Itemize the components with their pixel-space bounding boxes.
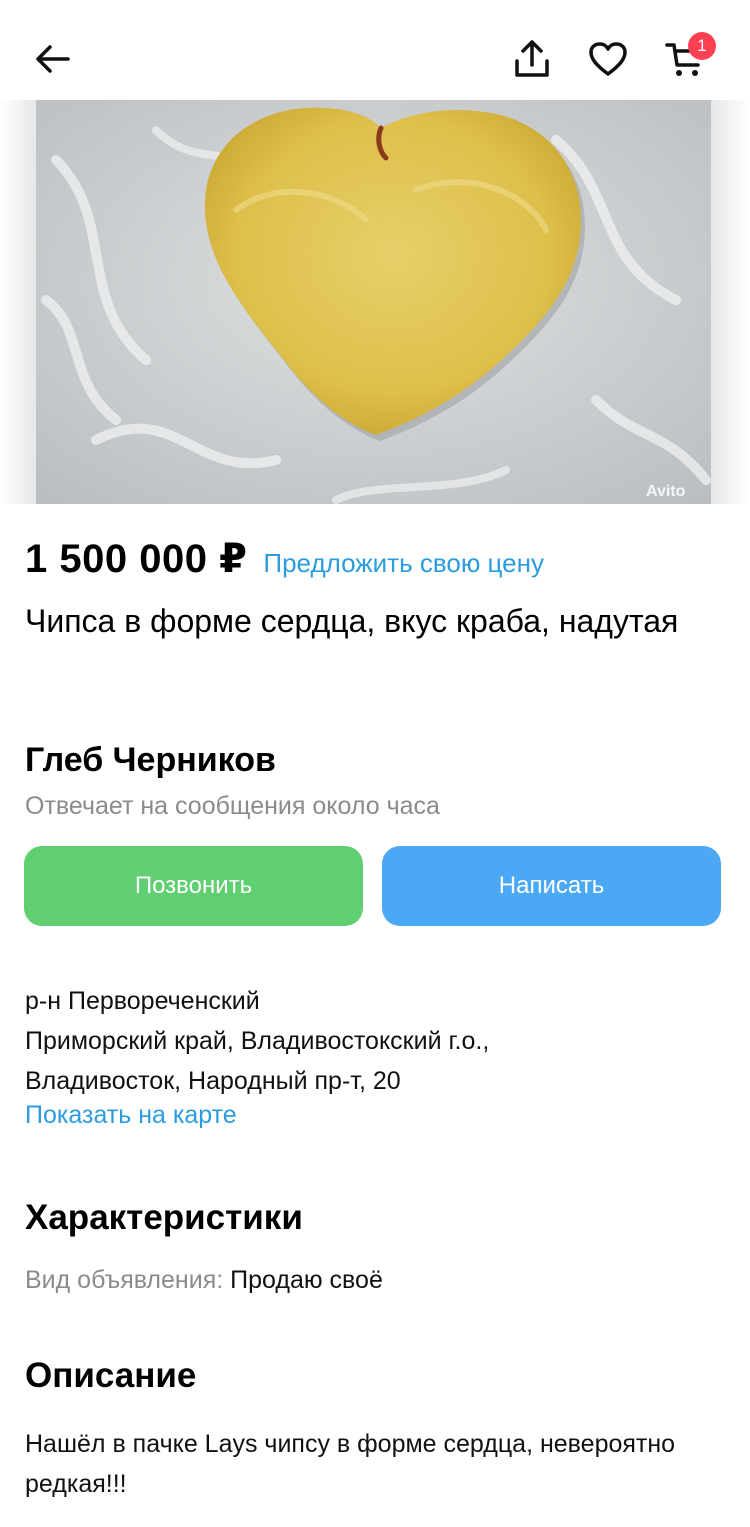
offer-price-link[interactable]: Предложить свою цену	[263, 548, 544, 579]
spec-row: Вид объявления: Продаю своё	[25, 1266, 383, 1295]
photo-edge	[0, 100, 36, 504]
avito-watermark: Avito	[646, 483, 686, 500]
description-heading: Описание	[25, 1356, 197, 1395]
listing-photo[interactable]: Avito	[36, 100, 711, 504]
specs-heading: Характеристики	[25, 1198, 303, 1237]
description-text: Нашёл в пачке Lays чипсу в форме сердца,…	[25, 1430, 676, 1498]
seller-response-time: Отвечает на сообщения около часа	[25, 792, 440, 820]
chip-image: Avito	[36, 100, 711, 504]
spec-key: Вид объявления:	[25, 1266, 231, 1294]
price-row: 1 500 000 ₽ Предложить свою цену	[25, 536, 544, 582]
call-button[interactable]: Позвонить	[24, 846, 363, 926]
address-street: Владивосток, Народный пр-т, 20	[25, 1067, 401, 1095]
share-icon[interactable]	[504, 31, 560, 87]
seller-name[interactable]: Глеб Черников	[25, 741, 276, 780]
back-arrow-icon[interactable]	[24, 31, 80, 87]
price: 1 500 000 ₽	[25, 537, 248, 581]
address-district: р-н Первореченский	[25, 987, 260, 1015]
write-message-button[interactable]: Написать	[382, 846, 721, 926]
top-bar: 1	[0, 0, 750, 100]
photo-edge	[711, 100, 750, 504]
spec-value: Продаю своё	[230, 1266, 383, 1294]
cart-badge: 1	[688, 32, 716, 60]
heart-icon[interactable]	[580, 31, 636, 87]
address-region: Приморский край, Владивостокский г.о.,	[25, 1027, 490, 1055]
address: р-н Первореченский Приморский край, Влад…	[25, 981, 489, 1101]
listing-title: Чипса в форме сердца, вкус краба, надута…	[25, 603, 679, 639]
show-on-map-link[interactable]: Показать на карте	[25, 1101, 237, 1130]
